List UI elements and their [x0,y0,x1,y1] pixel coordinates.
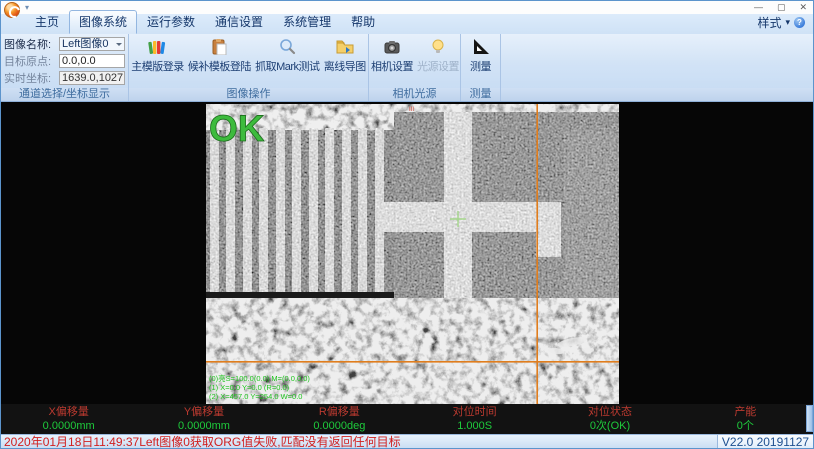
set-square-icon [471,38,491,55]
target-origin-label: 目标原点: [4,53,59,69]
maximize-button[interactable]: ▢ [777,2,786,13]
right-panel-light [564,130,619,298]
bulb-icon [428,38,448,55]
ribbon-group-captions: 通道选择/坐标显示 图像操作 相机光源 测量 [1,88,813,102]
realtime-coord-label: 实时坐标: [4,70,59,86]
ribbon-tab-bar: 主页 图像系统 运行参数 通信设置 系统管理 帮助 样式 ▾ ? [1,14,813,34]
group-camera-light: 相机设置 光源设置 [369,34,461,88]
tab-system-mgmt[interactable]: 系统管理 [273,10,341,34]
folder-icon [335,38,355,55]
top-red-mark: III [409,107,414,113]
offline-image-import-button[interactable]: 离线导图 [322,35,368,87]
image-name-label: 图像名称: [4,36,59,52]
backup-template-login-button[interactable]: 候补模板登陆 [186,35,253,87]
group-channel-coords: 图像名称: Left图像0 目标原点: 0.0,0.0 实时坐标: 1639.0… [1,34,129,88]
main-template-login-button[interactable]: 主模版登录 [129,35,186,87]
error-message-text: 2020年01月18日11:49:37Left图像0获取ORG值失败,匹配没有返… [1,435,717,449]
clipboard-icon [209,38,229,55]
camera-image: OK III (0)亮S=100.0(0.0) M=(0.0,0.0) (1) … [206,104,619,404]
style-caret-icon[interactable]: ▾ [785,17,790,28]
tab-home[interactable]: 主页 [25,10,69,34]
status-r-offset: R偏移量 0.0000deg [272,404,407,434]
svg-text:(0)亮S=100.0(0.0) M=(0.0,0.0): (0)亮S=100.0(0.0) M=(0.0,0.0) [209,373,310,383]
app-window: ▾ — ▢ ✕ 主页 图像系统 运行参数 通信设置 系统管理 帮助 样式 ▾ ?… [0,0,814,449]
light-settings-button[interactable]: 光源设置 [415,35,461,87]
target-origin-input[interactable]: 0.0,0.0 [59,54,125,68]
style-menu-button[interactable]: 样式 [757,14,781,31]
status-align-time: 对位时间 1.000S [407,404,542,434]
tab-help[interactable]: 帮助 [341,10,385,34]
message-bar: 2020年01月18日11:49:37Left图像0获取ORG值失败,匹配没有返… [1,434,813,449]
caption-measure: 测量 [461,88,501,101]
tab-comm-settings[interactable]: 通信设置 [205,10,273,34]
camera-settings-button[interactable]: 相机设置 [369,35,415,87]
status-y-offset: Y偏移量 0.0000mm [136,404,271,434]
caption-image-ops: 图像操作 [129,88,369,101]
tab-image-system[interactable]: 图像系统 [69,10,137,34]
crosshair-horizontal-line [206,361,619,363]
app-logo-icon[interactable] [4,2,20,18]
help-icon[interactable]: ? [794,17,805,28]
tab-run-params[interactable]: 运行参数 [137,10,205,34]
crosshair-vertical-line [536,104,538,404]
result-ok-text: OK [209,108,265,149]
minimize-button[interactable]: — [754,2,763,13]
books-icon [147,38,167,55]
group-image-ops: 主模版登录 候补模板登陆 [129,34,369,88]
ribbon: 图像名称: Left图像0 目标原点: 0.0,0.0 实时坐标: 1639.0… [1,34,813,88]
magnifier-icon [277,38,297,55]
status-capacity: 产能 0个 [678,404,813,434]
realtime-coord-input[interactable]: 1639.0,1027.0 [59,71,125,85]
svg-text:(1) X=0.0 Y=0.0 (R=0.0): (1) X=0.0 Y=0.0 (R=0.0) [209,383,290,392]
status-x-offset: X偏移量 0.0000mm [1,404,136,434]
caption-camera-light: 相机光源 [369,88,461,101]
status-align-state: 对位状态 0次(OK) [542,404,677,434]
window-controls: — ▢ ✕ [754,2,807,13]
svg-text:(2) X=457.0 Y=254.0 W=0.0: (2) X=457.0 Y=254.0 W=0.0 [209,392,302,401]
version-label: V22.0 20191127 [717,435,813,449]
measure-button[interactable]: 测量 [468,35,493,87]
group-measure: 测量 [461,34,501,88]
status-readout-bar: X偏移量 0.0000mm Y偏移量 0.0000mm R偏移量 0.0000d… [1,404,813,434]
close-button[interactable]: ✕ [799,2,807,13]
image-name-combo[interactable]: Left图像0 [59,37,125,51]
caption-channel-coords: 通道选择/坐标显示 [1,88,129,101]
camera-view-area: OK III (0)亮S=100.0(0.0) M=(0.0,0.0) (1) … [1,102,813,434]
camera-icon [382,38,402,55]
status-scrollbar[interactable] [806,405,813,432]
grab-mark-test-button[interactable]: 抓取Mark测试 [253,35,321,87]
